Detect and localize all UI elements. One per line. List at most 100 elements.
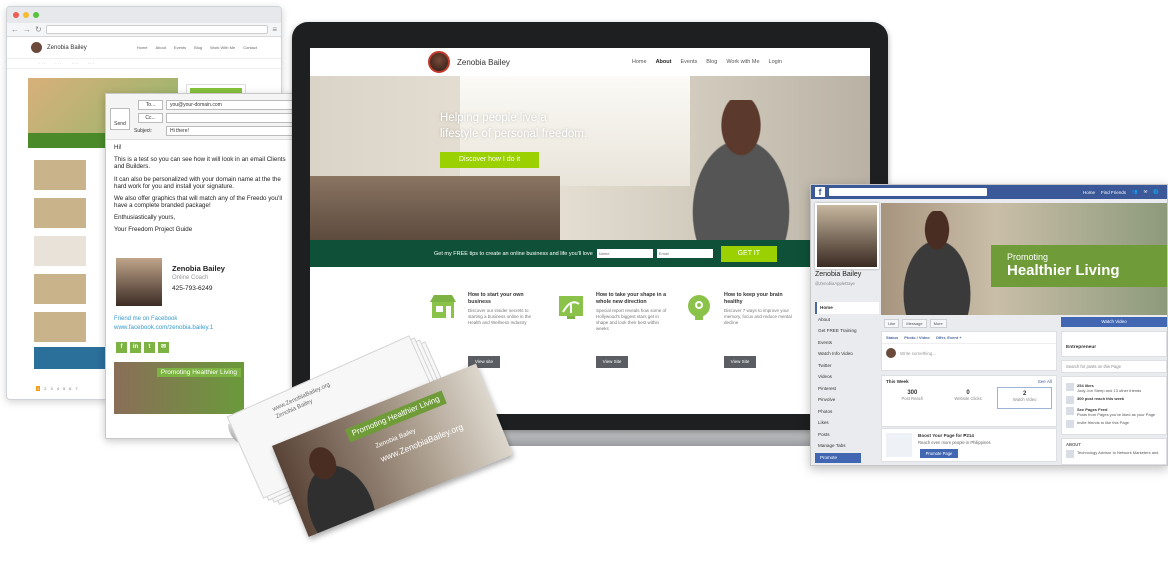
- message-button[interactable]: Message: [902, 318, 927, 328]
- menu-item[interactable]: Manage Tabs: [815, 440, 879, 452]
- discover-button[interactable]: Discover how I do it: [440, 152, 539, 168]
- facebook-logo-icon[interactable]: f: [815, 187, 825, 197]
- menu-icon[interactable]: ≡: [272, 25, 277, 34]
- social-icons: f in t ✉: [116, 342, 169, 353]
- back-article-thumb[interactable]: [34, 312, 86, 342]
- nav-home[interactable]: Home: [632, 59, 647, 65]
- name-input[interactable]: [596, 249, 653, 258]
- see-all-link[interactable]: See All: [1038, 379, 1052, 384]
- nav-item[interactable]: Work With Me: [210, 45, 235, 50]
- email-paragraph: This is a test so you can see how it wil…: [114, 156, 286, 171]
- nav-item[interactable]: Blog: [194, 45, 202, 50]
- feature-item: How to take your shape in a whole new di…: [556, 292, 670, 370]
- stat-post-reach[interactable]: 300 Post Reach: [886, 387, 939, 409]
- stat-label: Post Reach: [901, 396, 924, 401]
- to-field[interactable]: you@your-domain.com: [166, 100, 294, 110]
- write-something-input[interactable]: Write something...: [900, 351, 936, 356]
- linkedin-icon[interactable]: in: [130, 342, 141, 353]
- avatar: [31, 42, 42, 53]
- promote-button[interactable]: Promote: [815, 453, 861, 463]
- promote-page-button[interactable]: Promote Page: [920, 449, 958, 458]
- nav-blog[interactable]: Blog: [706, 59, 717, 65]
- to-button[interactable]: To...: [138, 100, 163, 110]
- get-it-button[interactable]: GET IT: [720, 245, 777, 262]
- back-site-header: Zenobia Bailey Home About Events Blog Wo…: [7, 37, 281, 58]
- menu-item[interactable]: Pinvolve: [815, 394, 879, 406]
- menu-item[interactable]: About: [815, 314, 879, 326]
- nav-work-with-me[interactable]: Work with Me: [726, 59, 759, 65]
- more-button[interactable]: More: [929, 318, 947, 328]
- notifications-icon[interactable]: 🌐: [1153, 189, 1159, 195]
- photo-video-tab[interactable]: Photo / Video: [904, 335, 929, 340]
- optin-text: Get my FREE tips to create an online bus…: [434, 250, 593, 257]
- likes-sub: Jody Jon Steep and 13 other friends: [1077, 388, 1142, 393]
- hero-headline: Helping people live a lifestyle of perso…: [440, 110, 630, 142]
- post-composer: Status Photo / Video Offer, Event + Writ…: [881, 331, 1057, 371]
- fb-home-link[interactable]: Home: [1083, 190, 1095, 195]
- profile-picture[interactable]: [815, 203, 879, 269]
- email-body[interactable]: Hi! This is a test so you can see how it…: [114, 144, 294, 238]
- menu-item[interactable]: Twitter: [815, 360, 879, 372]
- view-site-button[interactable]: View Site: [724, 356, 756, 368]
- menu-home[interactable]: Home: [815, 302, 879, 314]
- menu-item[interactable]: Videos: [815, 371, 879, 383]
- site-nav: Home About Events Blog Work with Me Logi…: [632, 59, 782, 65]
- back-article-thumb[interactable]: [34, 198, 86, 228]
- menu-item[interactable]: Pinterest: [815, 383, 879, 395]
- menu-item[interactable]: Get FREE Training: [815, 325, 879, 337]
- back-arrow-icon[interactable]: ←: [11, 25, 19, 34]
- search-posts-input[interactable]: Search for posts on this Page: [1061, 360, 1167, 373]
- url-input[interactable]: [45, 25, 269, 34]
- menu-item[interactable]: Posts: [815, 429, 879, 441]
- friend-requests-icon[interactable]: 👥: [1132, 189, 1138, 195]
- nav-item[interactable]: Events: [174, 45, 186, 50]
- nav-about[interactable]: About: [656, 59, 672, 65]
- email-input[interactable]: [656, 249, 713, 258]
- menu-item[interactable]: Events: [815, 337, 879, 349]
- nav-item[interactable]: About: [155, 45, 165, 50]
- status-tab[interactable]: Status: [886, 335, 898, 340]
- back-promo-bar[interactable]: [34, 347, 106, 369]
- nav-item[interactable]: Contact: [243, 45, 257, 50]
- back-article-thumb[interactable]: [34, 160, 86, 190]
- cc-field[interactable]: [166, 113, 294, 123]
- nav-item[interactable]: Home: [137, 45, 148, 50]
- cover-big-text: Healthier Living: [1007, 262, 1120, 279]
- close-dot-icon[interactable]: [13, 12, 19, 18]
- nav-events[interactable]: Events: [680, 59, 697, 65]
- offer-event-tab[interactable]: Offer, Event +: [936, 335, 962, 340]
- messages-icon[interactable]: ✉: [1144, 189, 1148, 195]
- facebook-link[interactable]: www.facebook.com/zenobia.bailey.1: [114, 324, 213, 331]
- facebook-icon[interactable]: f: [116, 342, 127, 353]
- page-handle: @ZenobiaAppleDaye: [815, 281, 855, 286]
- view-site-button[interactable]: View Site: [596, 356, 628, 368]
- cc-button[interactable]: Cc...: [138, 113, 163, 123]
- minimize-dot-icon[interactable]: [23, 12, 29, 18]
- forward-arrow-icon[interactable]: →: [23, 25, 31, 34]
- fb-find-friends-link[interactable]: Find Friends: [1101, 190, 1126, 195]
- feature-list: How to start your own business Discover …: [428, 292, 798, 370]
- back-article-thumb[interactable]: [34, 274, 86, 304]
- invite-link[interactable]: Invite friends to like this Page: [1077, 420, 1129, 425]
- like-button[interactable]: Like: [884, 318, 900, 328]
- facebook-search-input[interactable]: [829, 188, 987, 196]
- cover-small-text: Promoting: [1007, 252, 1049, 262]
- twitter-icon[interactable]: t: [144, 342, 155, 353]
- cover-banner: Promoting Healthier Living: [991, 245, 1167, 287]
- menu-item[interactable]: Likes: [815, 417, 879, 429]
- subject-field[interactable]: Hi there!: [166, 126, 294, 136]
- menu-item[interactable]: Photos: [815, 406, 879, 418]
- send-button[interactable]: Send: [110, 108, 130, 130]
- back-pagination[interactable]: 1234567: [36, 386, 78, 391]
- stat-watch-video[interactable]: 2 Watch Video: [997, 387, 1053, 409]
- nav-login[interactable]: Login: [769, 59, 782, 65]
- menu-item[interactable]: Watch Info Video: [815, 348, 879, 360]
- back-article-thumb[interactable]: [34, 236, 86, 266]
- email-icon[interactable]: ✉: [158, 342, 169, 353]
- watch-video-button[interactable]: Watch Video: [1061, 317, 1167, 327]
- maximize-dot-icon[interactable]: [33, 12, 39, 18]
- stat-website-clicks[interactable]: 0 Website Clicks: [942, 387, 995, 409]
- stat-label: Watch Video: [1012, 397, 1037, 402]
- reload-icon[interactable]: ↻: [35, 25, 42, 34]
- site-header: Zenobia Bailey Home About Events Blog Wo…: [310, 48, 870, 76]
